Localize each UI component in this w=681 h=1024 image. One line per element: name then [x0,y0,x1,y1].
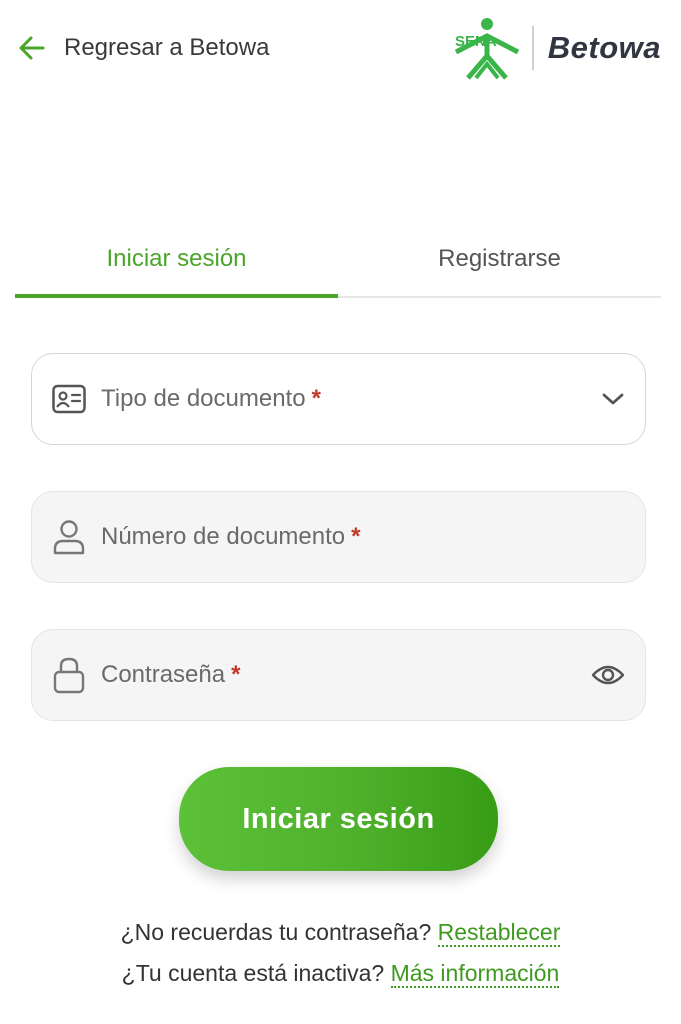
eye-icon[interactable] [591,663,625,687]
header: Regresar a Betowa SENA Betowa [0,0,681,100]
user-icon [52,519,86,555]
arrow-left-icon [18,34,46,62]
auth-tabs: Iniciar sesión Registrarse [15,236,661,298]
chevron-down-icon[interactable] [601,391,625,407]
required-mark: * [351,523,361,550]
password-placeholder: Contraseña * [101,661,241,688]
tab-login[interactable]: Iniciar sesión [15,236,338,298]
forgot-password-text: ¿No recuerdas tu contraseña? [120,919,432,945]
brand-name: Betowa [547,30,661,65]
document-number-placeholder: Número de documento * [101,523,361,550]
inactive-account-line: ¿Tu cuenta está inactiva? Más informació… [0,960,681,988]
password-field[interactable]: Contraseña * [31,629,646,721]
document-number-field[interactable]: Número de documento * [31,491,646,583]
brand-logo: SENA Betowa [454,16,661,80]
lock-icon [52,656,86,694]
inactive-account-text: ¿Tu cuenta está inactiva? [121,960,385,986]
reset-password-link[interactable]: Restablecer [437,919,561,947]
required-mark: * [311,385,321,412]
sena-logo: SENA [455,18,520,80]
id-card-icon [52,384,86,414]
tab-register[interactable]: Registrarse [338,236,661,296]
more-info-link[interactable]: Más información [390,960,560,988]
forgot-password-line: ¿No recuerdas tu contraseña? Restablecer [0,919,681,947]
back-link-label: Regresar a Betowa [64,34,270,61]
login-button[interactable]: Iniciar sesión [179,767,498,871]
back-to-betowa-link[interactable]: Regresar a Betowa [18,34,269,62]
document-type-select[interactable]: Tipo de documento * [31,353,646,445]
brand-divider [532,26,534,70]
document-type-placeholder: Tipo de documento * [101,385,321,412]
required-mark: * [231,661,241,688]
